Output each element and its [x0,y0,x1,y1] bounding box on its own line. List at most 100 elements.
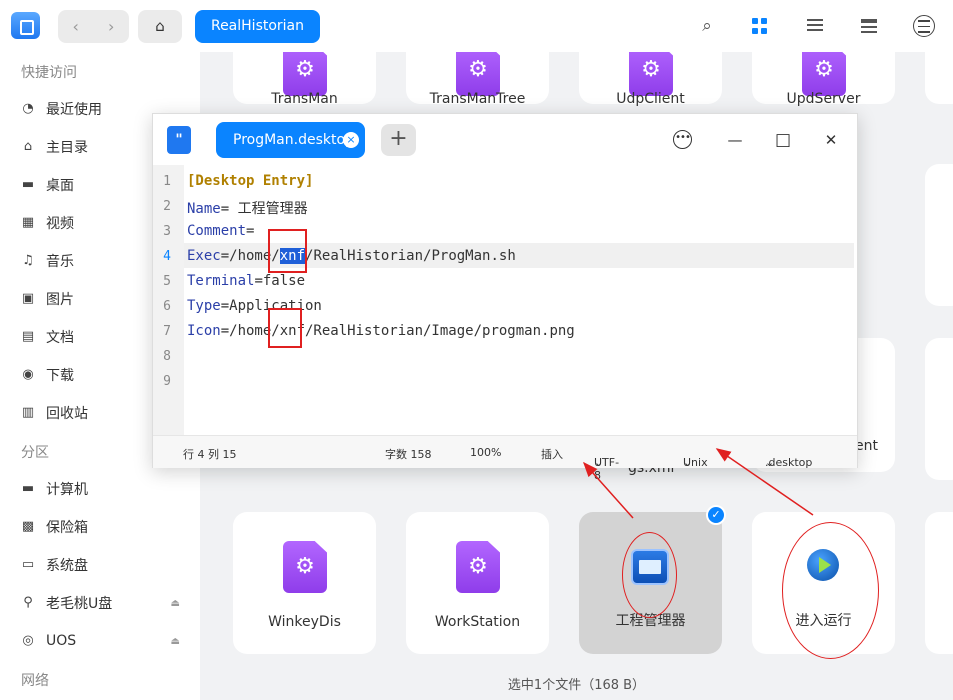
sidebar-partition[interactable]: ▭ 系统盘 [20,554,190,576]
close-button[interactable]: ✕ [821,130,841,150]
sidebar-item-label: 下载 [46,368,74,384]
list-view-icon[interactable] [805,16,825,36]
line-number: 4 [163,249,171,264]
sidebar-item-icon: ♫ [22,253,34,268]
icon-view-icon[interactable] [750,16,770,36]
minimize-button[interactable]: — [725,130,745,150]
line-number: 8 [163,349,171,364]
sidebar-item-label: 系统盘 [46,558,88,574]
sidebar-item-label: 音乐 [46,254,74,270]
selection-status: 选中1个文件（168 B） [507,678,646,693]
sidebar-item-label: UOS [46,633,77,649]
sidebar-partition[interactable]: ◎ UOS ⏏ [20,630,190,652]
add-tab-button[interactable]: + [381,124,416,156]
quick-access-heading: 快捷访问 [21,65,77,81]
char-count: 字数 158 [385,448,432,461]
tab-label: ProgMan.desktop [233,132,354,148]
annotation-box-exec [268,229,307,273]
file-label: WinkeyDis [268,614,341,630]
code-line-1[interactable]: [Desktop Entry] [187,173,313,189]
line-number: 6 [163,299,171,314]
config-file-icon [802,52,846,96]
sidebar-item-label: 桌面 [46,178,74,194]
chevron-down-icon: ⌄ [765,456,775,469]
selected-check-icon: ✓ [706,505,726,525]
file-workstation[interactable]: WorkStation [406,512,549,654]
file-winkeydis[interactable]: WinkeyDis [233,512,376,654]
sidebar-item-icon: ⚲ [23,595,33,610]
code-line-4[interactable]: Exec=/home/xnf/RealHistorian/ProgMan.sh [187,248,516,264]
code-line-7[interactable]: Icon=/home/xnf/RealHistorian/Image/progm… [187,323,575,339]
back-button[interactable]: ‹ [58,10,94,43]
config-file-icon [283,541,327,593]
config-file-icon [456,541,500,593]
eject-icon[interactable]: ⏏ [171,598,180,609]
file-manager-window: ‹ › ⌂ RealHistorian ⌕ 快捷访问 ◔ 最近使用 ⌂ 主目录 … [0,0,953,700]
main-menu-icon[interactable] [913,15,935,37]
sidebar-item-icon: ⌂ [23,139,33,154]
config-file-icon [456,52,500,96]
code-line-3[interactable]: Comment= [187,223,254,239]
annotation-box-icon [268,308,302,348]
zoom-level[interactable]: 100% [470,446,501,459]
line-number: 5 [163,274,171,289]
sidebar-item-icon: ▦ [21,215,35,230]
config-file-icon [283,52,327,96]
sidebar-item-icon: ▬ [21,177,35,192]
forward-button[interactable]: › [94,10,130,43]
file-label: UpdServer [786,91,861,107]
sidebar-partition[interactable]: ▬ 计算机 [20,478,190,500]
file-manager-logo-icon [11,12,40,39]
eject-icon[interactable]: ⏏ [171,636,180,647]
sidebar-item-icon: ◎ [22,633,34,648]
annotation-ellipse-progman [622,532,677,618]
file-label: TransMan [271,91,338,107]
sidebar-partition[interactable]: ⚲ 老毛桃U盘 ⏏ [20,592,190,614]
sidebar-item-label: 视频 [46,216,74,232]
file-label: WorkStation [434,614,521,630]
sidebar-partition[interactable]: ▩ 保险箱 [20,516,190,538]
home-button[interactable]: ⌂ [138,10,182,43]
file-label-partial: ent [855,438,878,454]
tab-close-icon[interactable]: × [343,132,359,148]
line-number: 1 [163,174,171,189]
maximize-button[interactable]: □ [773,130,793,150]
sidebar-item-label: 最近使用 [46,102,102,118]
code-line-2[interactable]: Name= 工程管理器 [187,198,308,218]
tree-view-icon[interactable] [859,16,879,36]
file-partial[interactable] [925,52,953,104]
config-file-icon [629,52,673,96]
sidebar-item-label: 文档 [46,330,74,346]
sidebar-item-label: 图片 [46,292,74,308]
sidebar-item-label: 老毛桃U盘 [46,596,113,612]
sidebar-item-label: 保险箱 [46,520,88,536]
line-number: 7 [163,324,171,339]
breadcrumb-realhistorian[interactable]: RealHistorian [195,10,320,43]
file-partial[interactable] [925,512,953,654]
sidebar-item-label: 主目录 [46,140,88,156]
sidebar-item-label: 计算机 [46,482,88,498]
insert-mode[interactable]: 插入 [541,446,563,462]
sidebar-item-icon: ▥ [21,405,35,420]
file-partial[interactable] [925,164,953,306]
line-number: 2 [163,199,171,214]
more-options-icon[interactable]: ••• [673,130,692,149]
sidebar-item-icon: ◉ [22,367,34,382]
sidebar-item-label: 回收站 [46,406,88,422]
line-number: 9 [163,374,171,389]
editor-status-bar: 行 4 列 15 字数 158 100% 插入 UTF-8 ⌄ Unix ⌄ .… [153,435,857,482]
file-partial[interactable] [925,338,953,480]
chevron-down-icon: ⌄ [683,456,693,469]
navigation-buttons: ‹ › [58,10,129,43]
sidebar-item-icon: ◔ [22,101,34,116]
chevron-down-icon: ⌄ [594,456,604,469]
sidebar-item-icon: ▤ [21,329,35,344]
file-label: UdpClient [616,91,685,107]
sidebar-item-icon: ▬ [21,481,35,496]
tab-progman-desktop[interactable]: ProgMan.desktop × [216,122,365,158]
partition-heading: 分区 [21,445,49,461]
cursor-position: 行 4 列 15 [183,448,237,461]
code-line-5[interactable]: Terminal=false [187,273,305,289]
search-icon[interactable]: ⌕ [697,16,717,36]
annotation-ellipse-enter-run [782,522,879,659]
